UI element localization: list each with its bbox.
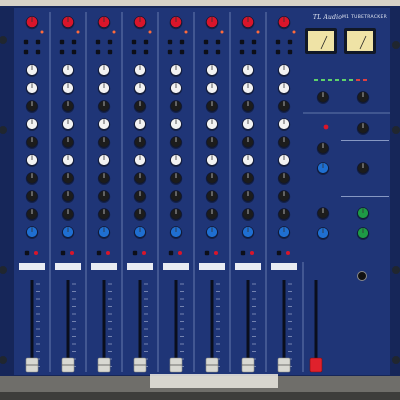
mute-button: [204, 250, 210, 256]
input-button: [131, 49, 137, 55]
solo-led: [178, 251, 182, 255]
peak-led: [112, 30, 116, 34]
input-button: [167, 49, 173, 55]
master-led: [323, 124, 329, 130]
peak-led: [76, 30, 80, 34]
input-button: [275, 39, 281, 45]
peak-led: [148, 30, 152, 34]
input-button: [131, 39, 137, 45]
led-meter-segment: [356, 79, 360, 81]
solo-led: [214, 251, 218, 255]
input-button: [215, 49, 221, 55]
solo-led: [142, 251, 146, 255]
input-button: [59, 39, 65, 45]
input-button: [275, 49, 281, 55]
mixer-console: [0, 0, 400, 400]
input-button: [23, 49, 29, 55]
headphone-jack: [357, 271, 367, 281]
input-button: [251, 39, 257, 45]
mixer-photo: TL Audio M1 TUBETRACKER: [0, 0, 400, 400]
input-button: [239, 39, 245, 45]
input-button: [107, 39, 113, 45]
rack-screw: [392, 266, 400, 274]
peak-led: [292, 30, 296, 34]
input-button: [35, 39, 41, 45]
peak-led: [184, 30, 188, 34]
input-button: [179, 39, 185, 45]
mute-button: [132, 250, 138, 256]
vu-meter-right-face: [347, 31, 373, 51]
mute-button: [24, 250, 30, 256]
input-button: [71, 49, 77, 55]
input-button: [143, 39, 149, 45]
peak-led: [220, 30, 224, 34]
peak-led: [256, 30, 260, 34]
input-button: [95, 39, 101, 45]
input-button: [107, 49, 113, 55]
solo-led: [34, 251, 38, 255]
led-meter-segment: [328, 79, 332, 81]
peak-led: [40, 30, 44, 34]
foreground-blur: [150, 374, 278, 388]
input-button: [143, 49, 149, 55]
led-meter-segment: [342, 79, 346, 81]
solo-led: [250, 251, 254, 255]
led-meter-segment: [335, 79, 339, 81]
channel-label-strip: [199, 263, 225, 270]
master-divider: [341, 140, 389, 141]
input-button: [167, 39, 173, 45]
input-button: [251, 49, 257, 55]
channel-label-strip: [55, 263, 81, 270]
input-button: [71, 39, 77, 45]
mute-button: [276, 250, 282, 256]
rack-screw: [392, 41, 400, 49]
input-button: [95, 49, 101, 55]
input-button: [287, 39, 293, 45]
input-button: [239, 49, 245, 55]
solo-led: [286, 251, 290, 255]
led-meter-segment: [349, 79, 353, 81]
master-divider: [341, 196, 389, 197]
channel-label-strip: [127, 263, 153, 270]
model-label: M1 TUBETRACKER: [342, 15, 388, 20]
vu-meter-left-face: [308, 31, 334, 51]
channel-label-strip: [91, 263, 117, 270]
input-button: [203, 49, 209, 55]
mute-button: [168, 250, 174, 256]
input-button: [287, 49, 293, 55]
input-button: [59, 49, 65, 55]
led-meter-segment: [321, 79, 325, 81]
rack-screw: [392, 356, 400, 364]
input-button: [35, 49, 41, 55]
rack-screw: [392, 126, 400, 134]
input-button: [203, 39, 209, 45]
mute-button: [60, 250, 66, 256]
channel-label-strip: [19, 263, 45, 270]
channel-label-strip: [235, 263, 261, 270]
input-button: [179, 49, 185, 55]
led-meter-segment: [363, 79, 367, 81]
led-meter-segment: [314, 79, 318, 81]
solo-led: [106, 251, 110, 255]
master-fader-cap: [309, 357, 323, 373]
channel-label-strip: [163, 263, 189, 270]
input-button: [215, 39, 221, 45]
mute-button: [96, 250, 102, 256]
mute-button: [240, 250, 246, 256]
chassis-shadow: [0, 392, 400, 400]
brand-label: TL Audio: [313, 14, 343, 21]
solo-led: [70, 251, 74, 255]
channel-label-strip: [271, 263, 297, 270]
input-button: [23, 39, 29, 45]
